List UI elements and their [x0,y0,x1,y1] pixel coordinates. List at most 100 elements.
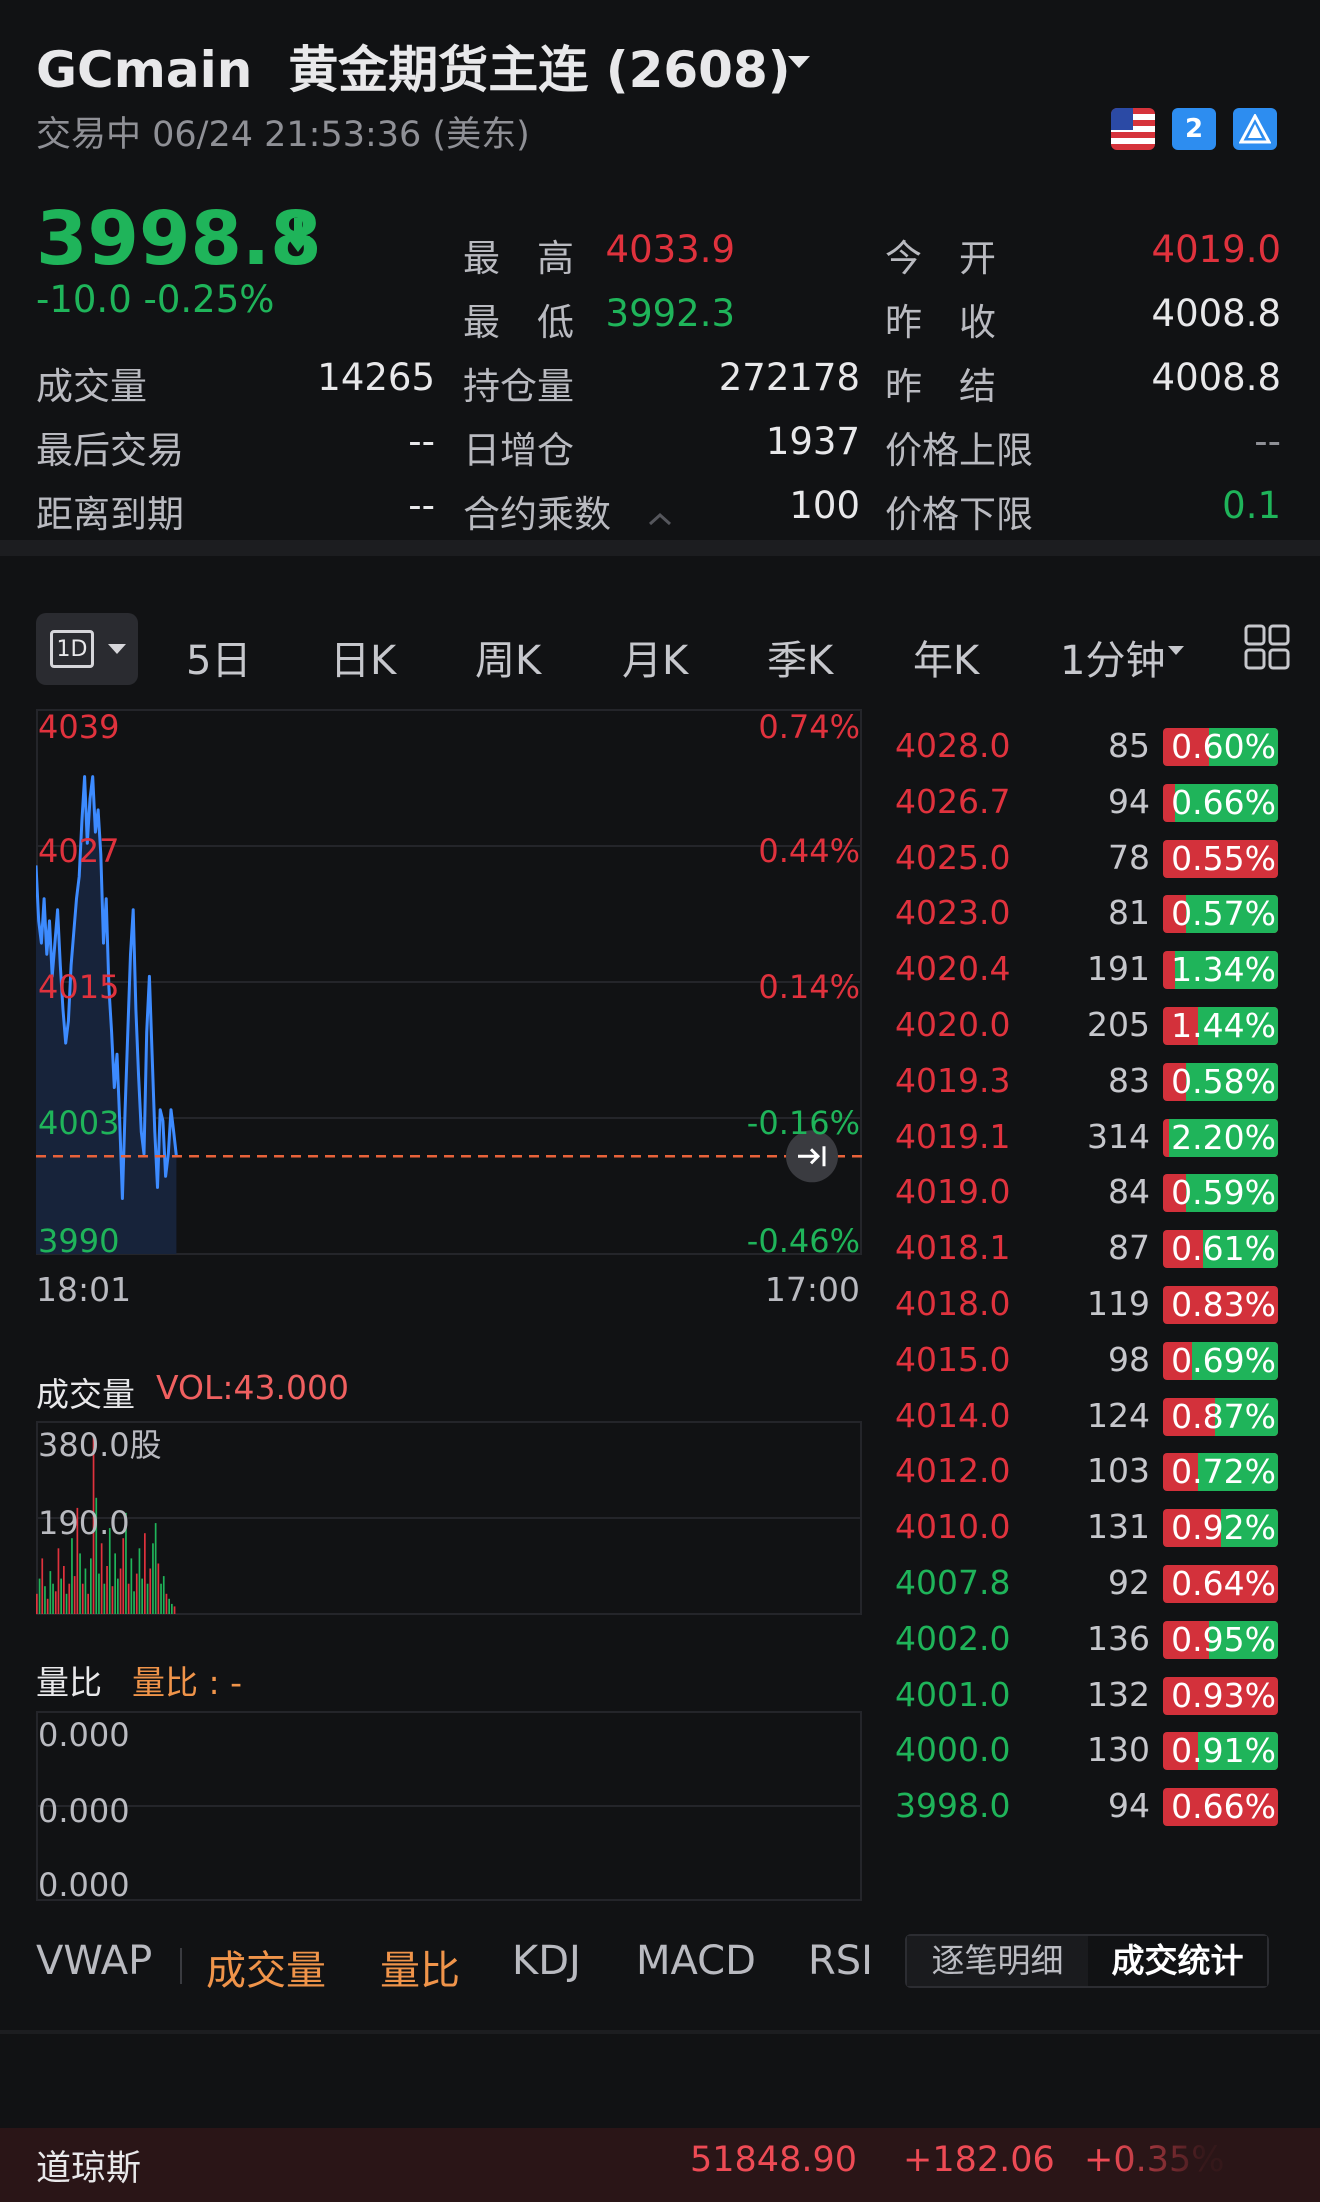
trade-stat-row[interactable]: 4020.4 191 1.34% [880,949,1300,993]
trade-stat-volume: 124 [1087,1395,1150,1435]
us-flag-icon [1111,108,1155,150]
tab-1[interactable]: 5日 [186,628,251,686]
trade-stat-bar: 0.92% [1163,1509,1278,1548]
grid-layout-icon[interactable] [1244,624,1290,670]
quote-field-value: 4019.0 [1151,228,1281,271]
trade-stat-price: 4019.3 [895,1060,1011,1100]
trade-stat-row[interactable]: 4015.0 98 0.69% [880,1340,1300,1384]
ticker-change: +182.06 [903,2140,1055,2180]
volume-bar [79,1553,81,1614]
indicator-tab-5[interactable]: MACD [636,1938,756,1984]
quote-field-label: 成交量 [36,365,147,408]
trade-stat-row[interactable]: 3998.0 94 0.66% [880,1786,1300,1830]
trade-stat-percent: 0.55% [1171,839,1276,878]
trade-stat-row[interactable]: 4025.0 78 0.55% [880,838,1300,882]
pct-tick-label: -0.16% [747,1104,860,1142]
intraday-price-chart[interactable]: 4039 4027 4015 4003 3990 0.74% 0.44% 0.14% -0.16… [36,708,862,1260]
y-tick-label: 4039 [38,708,119,746]
chevron-down-icon [108,644,126,654]
tab-3[interactable]: 周K [475,628,541,686]
indicator-tab-2[interactable]: 成交量 [206,1938,326,1996]
trade-stat-row[interactable]: 4019.1 314 2.20% [880,1117,1300,1161]
trade-stat-price: 4019.1 [895,1116,1011,1156]
ratio-y-label: 0.000 [38,1792,130,1830]
trade-stat-percent: 0.66% [1171,1788,1276,1827]
chevron-up-icon[interactable] [648,512,672,526]
quote-field-value: -- [1254,420,1281,463]
indicator-tab-1[interactable]: VWAP [36,1938,152,1984]
trade-stat-percent: 0.69% [1171,1341,1276,1380]
trade-stat-row[interactable]: 4023.0 81 0.57% [880,893,1300,937]
tab-intraday[interactable]: 1D [36,613,138,685]
quote-field-value: 14265 [317,356,435,399]
trade-stat-price: 4012.0 [895,1451,1011,1491]
indicator-tab-6[interactable]: RSI [808,1938,873,1984]
indicator-tab-4[interactable]: KDJ [512,1938,581,1984]
trade-stat-volume: 136 [1087,1618,1150,1658]
volume-bar [100,1543,103,1614]
trade-stat-bar: 0.55% [1163,839,1278,878]
trade-stat-bar: 0.93% [1163,1676,1278,1715]
trade-stat-row[interactable]: 4014.0 124 0.87% [880,1396,1300,1440]
quote-field-value: 0.1 [1222,484,1281,527]
trade-stat-row[interactable]: 4001.0 132 0.93% [880,1675,1300,1719]
level2-icon-text: 2 [1184,114,1204,144]
volume-ratio-chart[interactable]: 0.000 0.000 0.000 [36,1710,862,1902]
volume-bar [141,1578,143,1614]
volume-bar [160,1583,162,1614]
trade-stat-volume: 119 [1087,1284,1150,1323]
trade-stat-percent: 0.57% [1171,895,1276,934]
tab-tick-details[interactable]: 逐笔明细 [907,1936,1088,1986]
trade-stat-bar: 0.60% [1163,728,1278,766]
trade-stat-row[interactable]: 4010.0 131 0.92% [880,1507,1300,1551]
trade-stat-row[interactable]: 4002.0 136 0.95% [880,1619,1300,1663]
pct-tick-label: 0.14% [758,968,860,1006]
trade-stat-volume: 94 [1108,781,1150,821]
trade-stat-row[interactable]: 4028.0 85 0.60% [880,726,1300,770]
level2-icon[interactable]: 2 [1172,108,1216,150]
trade-stat-row[interactable]: 4019.3 83 0.58% [880,1061,1300,1105]
chevron-down-icon[interactable] [1168,646,1184,655]
tab-interval[interactable]: 1分钟 [1060,628,1165,686]
tab-trade-stats[interactable]: 成交统计 [1088,1936,1267,1986]
volume-bar [46,1598,49,1614]
page-title[interactable]: GCmain 黄金期货主连 (2608) [36,30,791,102]
trade-stat-row[interactable]: 4012.0 103 0.72% [880,1451,1300,1495]
tab-2[interactable]: 日K [330,628,396,686]
trade-stat-volume: 191 [1087,949,1150,989]
quote-field-label: 日增仓 [463,429,574,472]
trade-stat-bar: 2.20% [1163,1118,1278,1157]
pyramid-icon[interactable] [1233,108,1277,150]
trade-stat-row[interactable]: 4018.0 119 0.83% [880,1284,1300,1328]
tab-4[interactable]: 月K [622,628,688,686]
chevron-down-icon[interactable] [788,56,810,68]
quote-field-label: 价格上限 [885,429,1033,472]
ticker-fade-overlay [1110,2128,1320,2202]
tab-6[interactable]: 年K [913,628,979,686]
trade-stat-row[interactable]: 4007.8 92 0.64% [880,1563,1300,1607]
quote-field-label: 价格下限 [885,493,1033,536]
volume-bar [152,1543,154,1614]
quote-field-value: -- [408,420,435,463]
volume-bar [114,1553,116,1614]
trade-stat-row[interactable]: 4000.0 130 0.91% [880,1730,1300,1774]
trade-stat-price: 4002.0 [895,1618,1011,1658]
quote-field-label: 持仓量 [463,365,574,408]
trade-stat-bar: 0.59% [1163,1174,1278,1213]
quote-field-label: 合约乘数 [463,493,611,536]
x-tick-label: 17:00 [764,1270,860,1309]
trade-stat-volume: 132 [1087,1674,1150,1714]
trade-stat-volume: 205 [1087,1005,1150,1044]
trade-stat-row[interactable]: 4019.0 84 0.59% [880,1172,1300,1216]
trade-stat-row[interactable]: 4026.7 94 0.66% [880,782,1300,826]
indicator-tab-3[interactable]: 量比 [380,1938,460,1996]
trade-stat-row[interactable]: 4020.0 205 1.44% [880,1005,1300,1049]
volume-bar [154,1523,157,1614]
trade-stat-bar: 0.69% [1163,1341,1278,1380]
trade-stat-volume: 87 [1108,1228,1150,1268]
volume-chart[interactable]: 380.0股 190.0 [36,1420,862,1616]
trade-stat-row[interactable]: 4018.1 87 0.61% [880,1228,1300,1272]
volume-bar [173,1606,176,1614]
trade-stat-price: 4020.4 [895,949,1011,989]
tab-5[interactable]: 季K [767,628,833,686]
